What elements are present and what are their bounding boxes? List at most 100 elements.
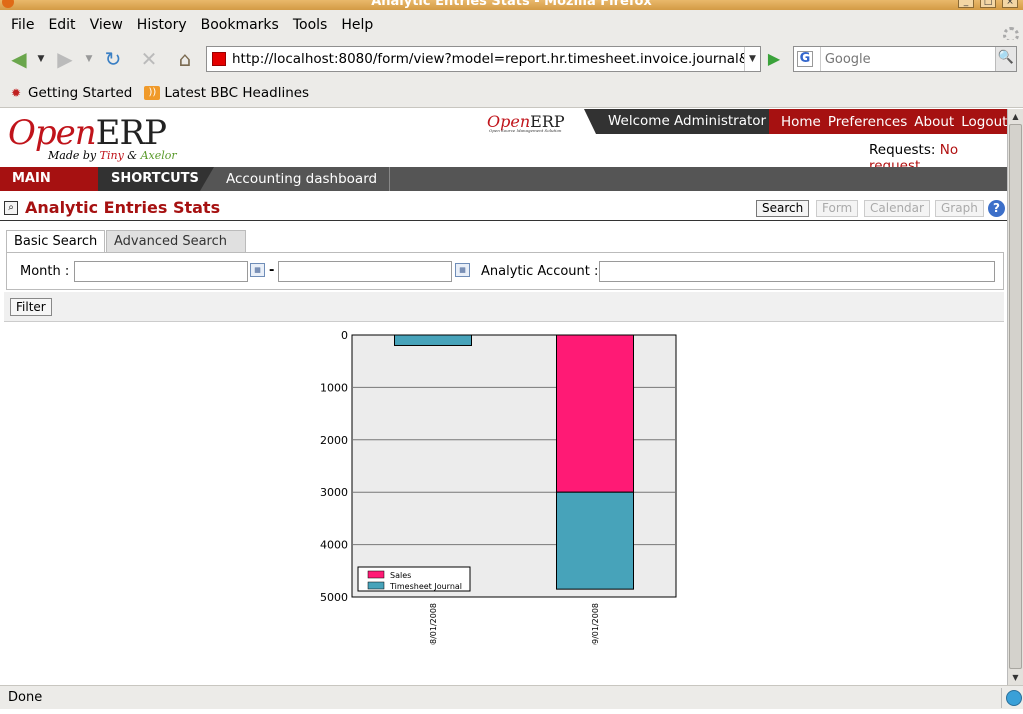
menu-bookmarks[interactable]: Bookmarks <box>194 17 286 33</box>
link-logout[interactable]: Logout <box>961 114 1007 130</box>
menu-edit[interactable]: Edit <box>41 17 82 33</box>
page-title: Analytic Entries Stats <box>25 198 221 217</box>
openerp-small-logo: OpenERP Open Source Management Solution <box>487 112 565 133</box>
google-icon: G <box>797 51 813 67</box>
y-tick-label: 2000 <box>320 434 348 447</box>
link-home[interactable]: Home <box>781 114 821 130</box>
filter-button[interactable]: Filter <box>10 298 52 316</box>
legend-label: Timesheet Journal <box>389 582 462 591</box>
menu-help[interactable]: Help <box>334 17 380 33</box>
scroll-down-arrow-icon[interactable]: ▼ <box>1008 670 1023 685</box>
openerp-logo[interactable]: OpenERP Made by Tiny & Axelor <box>8 113 177 162</box>
main-menu-button[interactable]: MAIN MENU <box>0 167 98 210</box>
small-logo-tagline: Open Source Management Solution <box>489 128 562 133</box>
y-tick-label: 1000 <box>320 381 348 394</box>
bookmark-label: Latest BBC Headlines <box>164 84 310 101</box>
bookmarks-toolbar: ✹ Getting Started )) Latest BBC Headline… <box>0 78 1023 108</box>
url-history-dropdown-icon[interactable]: ▼ <box>744 47 760 71</box>
bar-segment <box>556 491 634 590</box>
legend-label: Sales <box>390 571 411 580</box>
menu-tools[interactable]: Tools <box>286 17 335 33</box>
status-text: Done <box>8 690 43 705</box>
calendar-picker-icon[interactable]: ▦ <box>250 263 265 277</box>
month-label: Month : <box>20 264 70 279</box>
menu-file[interactable]: File <box>4 17 41 33</box>
logo-open-text: Open <box>8 113 97 153</box>
window-title-bar: Analytic Entries Stats - Mozilla Firefox… <box>0 0 1023 10</box>
rss-icon: )) <box>144 85 161 100</box>
url-bar[interactable]: http://localhost:8080/form/view?model=re… <box>206 46 761 72</box>
x-tick-label: 09/01/2008 <box>591 603 600 645</box>
search-view-button[interactable]: Search <box>756 200 810 217</box>
x-tick-label: 08/01/2008 <box>429 603 438 645</box>
bookmark-bbc-headlines[interactable]: )) Latest BBC Headlines <box>144 85 309 101</box>
month-to-field[interactable] <box>278 261 452 282</box>
analytic-account-label: Analytic Account : <box>481 264 599 279</box>
web-search-input[interactable] <box>820 48 995 70</box>
search-engine-selector[interactable]: G <box>794 47 821 71</box>
welcome-banner: Welcome Administrator <box>584 109 774 134</box>
main-navigation-bar: MAIN MENU SHORTCUTS Accounting dashboard <box>0 167 1007 210</box>
page-header: ⌕ Analytic Entries Stats Search Form Cal… <box>0 193 1007 221</box>
window-title: Analytic Entries Stats - Mozilla Firefox <box>371 0 652 9</box>
graph-view-button[interactable]: Graph <box>935 200 984 217</box>
bookmark-getting-started[interactable]: ✹ Getting Started <box>8 85 132 101</box>
tab-advanced-search[interactable]: Advanced Search <box>106 230 247 252</box>
back-arrow-icon[interactable]: ◀ <box>6 46 32 72</box>
y-tick-label: 0 <box>341 329 348 342</box>
search-view-icon: ⌕ <box>4 201 18 215</box>
help-icon[interactable]: ? <box>988 200 1005 217</box>
tab-basic-search[interactable]: Basic Search <box>6 230 106 252</box>
menu-history[interactable]: History <box>130 17 194 33</box>
reload-icon[interactable]: ↻ <box>100 46 126 72</box>
link-preferences[interactable]: Preferences <box>828 114 907 130</box>
forward-history-dropdown-icon[interactable]: ▼ <box>82 46 96 72</box>
legend-swatch <box>367 581 385 590</box>
requests-label: Requests: <box>869 142 936 158</box>
y-tick-label: 5000 <box>320 591 348 604</box>
y-tick-label: 3000 <box>320 486 348 499</box>
top-links: Home Preferences About Logout <box>769 109 1007 134</box>
range-separator: - <box>269 263 275 278</box>
maximize-icon[interactable]: □ <box>980 0 996 8</box>
scrollbar-thumb[interactable] <box>1009 124 1022 669</box>
forward-arrow-icon[interactable]: ▶ <box>52 46 78 72</box>
analytic-account-field[interactable] <box>599 261 995 282</box>
back-history-dropdown-icon[interactable]: ▼ <box>34 46 48 72</box>
link-about[interactable]: About <box>914 114 954 130</box>
page-content: OpenERP Made by Tiny & Axelor OpenERP Op… <box>0 109 1007 685</box>
calendar-picker-icon[interactable]: ▦ <box>455 263 470 277</box>
home-icon[interactable]: ⌂ <box>172 46 198 72</box>
logo-erp-text: ERP <box>95 113 167 153</box>
menu-view[interactable]: View <box>83 17 130 33</box>
vertical-scrollbar[interactable]: ▲ ▼ <box>1007 109 1023 685</box>
logo-made-by-text: Made by <box>48 149 97 162</box>
logo-axelor-text: Axelor <box>140 149 177 162</box>
bookmark-label: Getting Started <box>28 84 133 101</box>
shortcut-accounting-dashboard[interactable]: Accounting dashboard <box>214 167 391 191</box>
close-icon[interactable]: × <box>1002 0 1018 8</box>
minimize-icon[interactable]: _ <box>958 0 974 8</box>
go-arrow-icon[interactable]: ▶ <box>763 48 785 70</box>
status-bar: Done <box>0 685 1023 709</box>
search-icon[interactable]: 🔍 <box>994 47 1016 71</box>
bar-segment <box>556 334 634 493</box>
network-status-icon <box>1006 690 1022 706</box>
y-tick-label: 4000 <box>320 539 348 552</box>
bar-segment <box>394 334 472 346</box>
search-panel: Month : ▦ - ▦ Analytic Account : <box>6 252 1004 290</box>
stacked-bar-chart: 0 1000 2000 3000 4000 5000 08/01/2008 09/01/200… <box>320 329 677 645</box>
stop-icon[interactable]: ✕ <box>136 46 162 72</box>
month-from-field[interactable] <box>74 261 248 282</box>
status-divider <box>1001 688 1002 708</box>
filter-bar: Filter <box>4 292 1004 322</box>
url-text[interactable]: http://localhost:8080/form/view?model=re… <box>232 51 744 67</box>
logo-amp-text: & <box>127 149 138 162</box>
scroll-up-arrow-icon[interactable]: ▲ <box>1008 109 1023 124</box>
form-view-button[interactable]: Form <box>816 200 859 217</box>
shortcuts-label[interactable]: SHORTCUTS <box>98 167 214 191</box>
navigation-toolbar: ◀ ▼ ▶ ▼ ↻ ✕ ⌂ http://localhost:8080/form… <box>0 40 1023 78</box>
site-favicon-icon <box>212 52 226 66</box>
web-search-box[interactable]: G 🔍 <box>793 46 1017 72</box>
calendar-view-button[interactable]: Calendar <box>864 200 930 217</box>
